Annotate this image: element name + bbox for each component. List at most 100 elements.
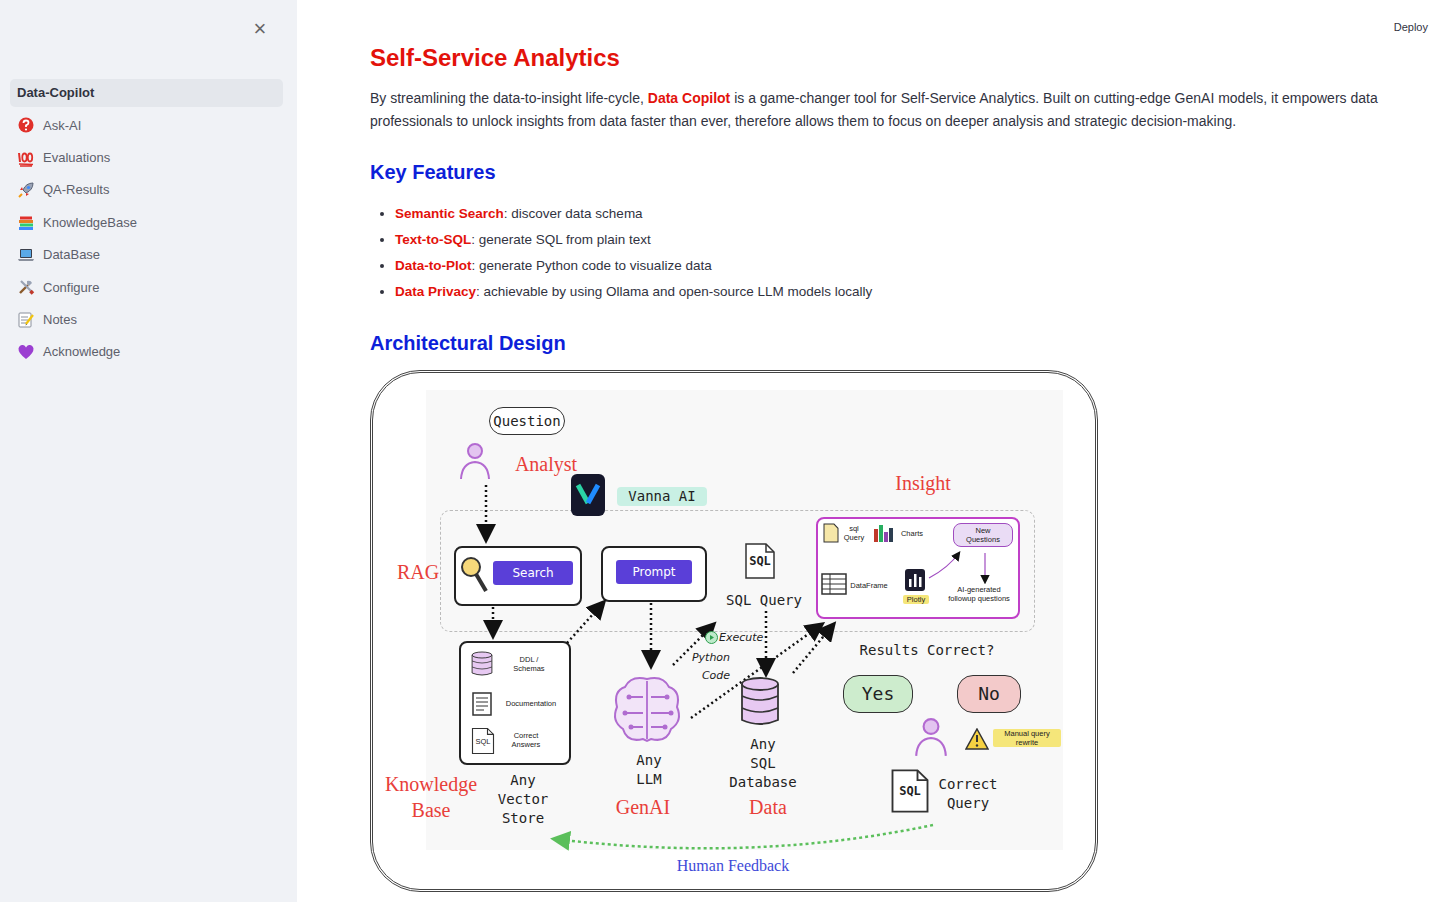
diagram-label: SQL bbox=[890, 783, 930, 799]
diagram-label-line: GenAI bbox=[605, 794, 681, 820]
diagram-label: KnowledgeBase bbox=[381, 771, 481, 823]
diagram-label-line: Manual query bbox=[993, 729, 1061, 738]
feature-desc: : generate SQL from plain text bbox=[471, 232, 651, 247]
sidebar-header: × bbox=[10, 14, 283, 44]
diagram-label-line: Correct bbox=[501, 731, 551, 740]
diagram-label-line: followup questions bbox=[941, 594, 1017, 603]
feature-term: Data Privacy bbox=[395, 284, 476, 299]
person-icon bbox=[458, 441, 492, 481]
diagram-label-line: Code bbox=[699, 669, 733, 683]
diagram-label-line: SQL bbox=[713, 754, 813, 773]
page-content: Self-Service Analytics By streamlining th… bbox=[370, 44, 1422, 892]
sidebar-item[interactable]: KnowledgeBase bbox=[10, 209, 283, 237]
sidebar-item-label: KnowledgeBase bbox=[43, 213, 137, 233]
sidebar-item-label: DataBase bbox=[43, 245, 100, 265]
diagram-label: Execute bbox=[719, 631, 763, 645]
diagram-label: Results Correct? bbox=[847, 641, 1007, 660]
diagram-label-line: Plotly bbox=[903, 595, 929, 604]
sidebar-item-label: Evaluations bbox=[43, 148, 110, 168]
intro-text: By streamlining the data-to-insight life… bbox=[370, 90, 648, 106]
feature-item: Data Privacy: achievable by using Ollama… bbox=[395, 279, 1422, 305]
question-icon bbox=[17, 116, 35, 134]
diagram-label-line: Correct bbox=[933, 775, 1003, 794]
diagram-label-line: Yes bbox=[844, 682, 912, 706]
warning-icon bbox=[965, 728, 989, 750]
features-list: Semantic Search: discover data schemaTex… bbox=[370, 201, 1422, 305]
sidebar-item-label: Ask-AI bbox=[43, 116, 81, 136]
diagram-label: Analyst bbox=[511, 451, 581, 477]
diagram-label: SQL bbox=[744, 553, 776, 569]
sidebar-item[interactable]: DataBase bbox=[10, 241, 283, 269]
diagram-label-line: Answers bbox=[501, 740, 551, 749]
diagram-label: CorrectAnswers bbox=[501, 731, 551, 749]
diagram-label-line: Insight bbox=[883, 470, 963, 496]
feature-desc: : generate Python code to visualize data bbox=[472, 258, 712, 273]
diagram-label: Search bbox=[493, 561, 573, 585]
sidebar-item-label: Notes bbox=[43, 310, 77, 330]
diagram-label: Data bbox=[743, 794, 793, 820]
sidebar-item[interactable]: Evaluations bbox=[10, 144, 283, 172]
diagram-label-line: RAG bbox=[393, 559, 443, 585]
database-icon bbox=[471, 651, 493, 677]
memo-icon bbox=[17, 311, 35, 329]
sidebar-item-label: Configure bbox=[43, 278, 99, 298]
sidebar-item[interactable]: Notes bbox=[10, 306, 283, 334]
feature-item: Data-to-Plot: generate Python code to vi… bbox=[395, 253, 1422, 279]
diagram-label: DataFrame bbox=[849, 581, 889, 590]
diagram-label-line: Python bbox=[689, 651, 733, 665]
diagram-label-line: Query bbox=[933, 794, 1003, 813]
sidebar-item[interactable]: Data-Copilot bbox=[10, 79, 283, 107]
diagram-label: Manual queryrewrite bbox=[993, 729, 1061, 747]
deploy-button[interactable]: Deploy bbox=[1390, 17, 1432, 38]
features-heading: Key Features bbox=[370, 160, 1422, 184]
diagram-label-line: Knowledge bbox=[381, 771, 481, 797]
page-title: Self-Service Analytics bbox=[370, 44, 1422, 73]
close-button[interactable]: × bbox=[245, 14, 275, 44]
diagram-label-line: Prompt bbox=[616, 560, 692, 584]
diagram-label: SQL Query bbox=[719, 591, 809, 610]
diagram-label: Insight bbox=[883, 470, 963, 496]
diagram-label-line: DataFrame bbox=[849, 581, 889, 590]
sidebar-item[interactable]: Ask-AI bbox=[10, 111, 283, 139]
main-panel: Deploy Self-Service Analytics By streamlin… bbox=[297, 0, 1438, 902]
feature-item: Semantic Search: discover data schema bbox=[395, 201, 1422, 227]
diagram-label-line: Charts bbox=[897, 529, 927, 538]
diagram-label-line: Any bbox=[713, 735, 813, 754]
diagram-label: NewQuestions bbox=[953, 523, 1013, 547]
diagram-label: GenAI bbox=[605, 794, 681, 820]
feature-item: Text-to-SQL: generate SQL from plain tex… bbox=[395, 227, 1422, 253]
plotly-icon bbox=[905, 569, 925, 591]
feature-desc: : achievable by using Ollama and open-so… bbox=[476, 284, 872, 299]
person-icon bbox=[913, 716, 949, 758]
diagram-label-line: Schemas bbox=[499, 664, 559, 673]
diagram-label: Python bbox=[689, 651, 733, 665]
sidebar-item[interactable]: Acknowledge bbox=[10, 338, 283, 366]
table-icon bbox=[821, 573, 847, 595]
diagram-label: Vanna AI bbox=[617, 487, 707, 506]
sql-file-icon bbox=[823, 523, 839, 543]
diagram-label-line: Human Feedback bbox=[663, 856, 803, 876]
diagram-label: AnySQLDatabase bbox=[713, 735, 813, 792]
sidebar-item[interactable]: QA-Results bbox=[10, 176, 283, 204]
product-name: Data Copilot bbox=[648, 90, 730, 106]
diagram-label: Yes bbox=[843, 675, 913, 713]
heart-icon bbox=[17, 343, 35, 361]
sidebar-item[interactable]: Configure bbox=[10, 273, 283, 301]
diagram-label-line: SQL Query bbox=[719, 591, 809, 610]
diagram-label: Plotly bbox=[903, 595, 929, 604]
diagram-label-line: Store bbox=[483, 809, 563, 828]
diagram-label: AnyLLM bbox=[611, 751, 687, 789]
feature-term: Data-to-Plot bbox=[395, 258, 472, 273]
diagram-label-line: Query bbox=[841, 533, 867, 542]
diagram-label-line: Any bbox=[611, 751, 687, 770]
diagram-label: AnyVectorStore bbox=[483, 771, 563, 828]
diagram-label-line: SQL bbox=[471, 737, 495, 746]
feature-desc: : discover data schema bbox=[504, 206, 643, 221]
diagram-label-line: sql bbox=[841, 524, 867, 533]
diagram-label: DDL /Schemas bbox=[499, 655, 559, 673]
diagram-label-line: Analyst bbox=[511, 451, 581, 477]
app-window: × Data-Copilot Ask-AI Evaluations QA-Results… bbox=[0, 0, 1438, 902]
tools-icon bbox=[17, 278, 35, 296]
diagram-label-line: No bbox=[958, 682, 1020, 706]
diagram-label-line: SQL bbox=[890, 783, 930, 799]
